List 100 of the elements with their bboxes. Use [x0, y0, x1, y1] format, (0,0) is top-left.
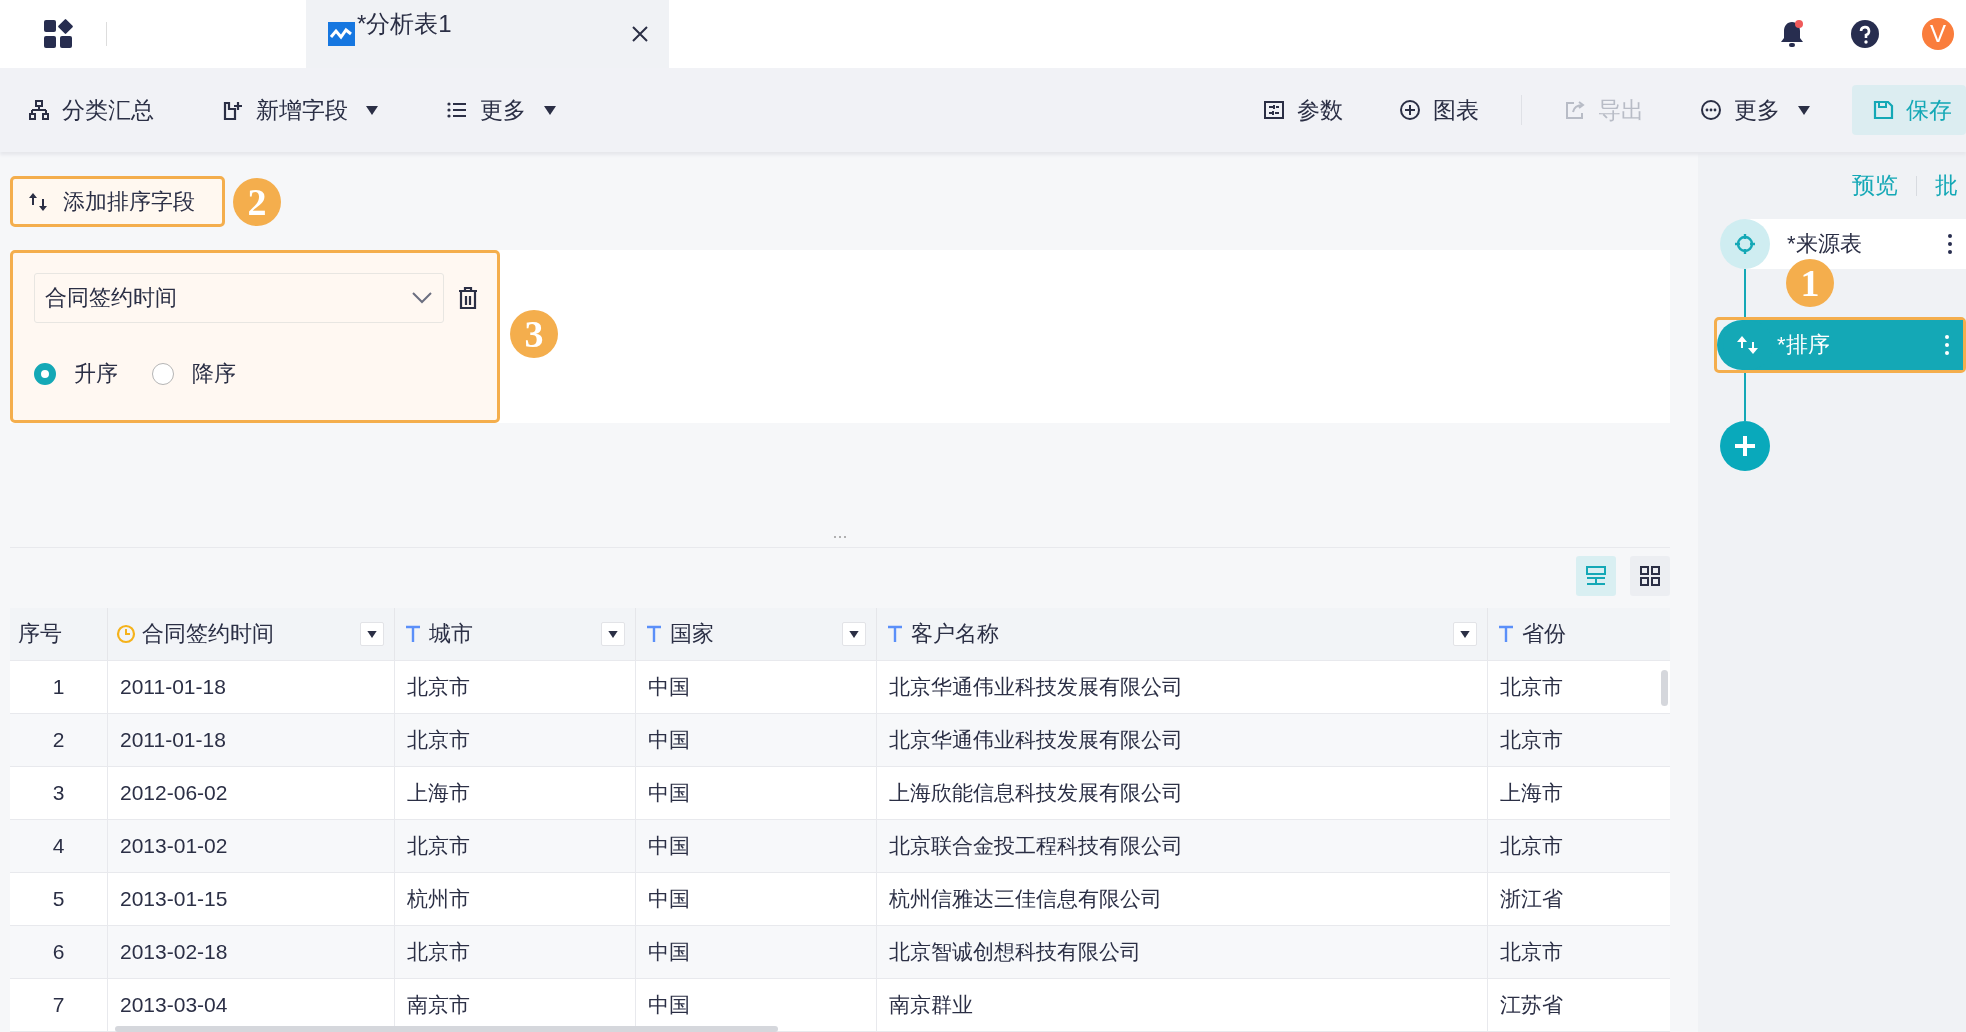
- table-cell: 北京市: [395, 926, 636, 978]
- table-cell: 中国: [636, 661, 877, 713]
- plus-icon: [1733, 434, 1757, 458]
- table-cell: 北京华通伟业科技发展有限公司: [877, 714, 1488, 766]
- table-cell: 中国: [636, 926, 877, 978]
- filter-button[interactable]: [601, 622, 625, 646]
- table-cell: 2011-01-18: [108, 714, 395, 766]
- filter-button[interactable]: [360, 622, 384, 646]
- header-label: 省份: [1522, 620, 1567, 648]
- table-cell: 南京群业: [877, 979, 1488, 1031]
- table-cell: 2011-01-18: [108, 661, 395, 713]
- view-toggle-button[interactable]: [1576, 556, 1616, 596]
- kebab-menu-icon[interactable]: [1948, 234, 1952, 254]
- table-cell: 4: [10, 820, 108, 872]
- table-cell: 北京市: [395, 820, 636, 872]
- clock-icon: [116, 624, 136, 644]
- header-label: 客户名称: [911, 620, 1000, 648]
- chevron-down-icon: [411, 291, 433, 305]
- filter-button[interactable]: [842, 622, 866, 646]
- caret-icon: [849, 630, 859, 638]
- table-cell: 2013-02-18: [108, 926, 395, 978]
- table-cell: 2013-01-02: [108, 820, 395, 872]
- table-cell: 中国: [636, 767, 877, 819]
- hierarchy-icon: [28, 99, 50, 121]
- export-icon: [1564, 99, 1586, 121]
- table-view-icon: [1585, 565, 1607, 587]
- order-radio[interactable]: 降序: [152, 359, 236, 389]
- help-icon[interactable]: [1850, 19, 1880, 49]
- header-label: 合同签约时间: [142, 620, 275, 648]
- caret-icon: [1798, 105, 1810, 115]
- filter-button[interactable]: [1453, 622, 1477, 646]
- crosshair-icon: [1733, 232, 1757, 256]
- chart-logo-icon: [328, 22, 355, 46]
- table-cell: 2013-01-15: [108, 873, 395, 925]
- table-cell: 中国: [636, 820, 877, 872]
- table-cell: 北京华通伟业科技发展有限公司: [877, 661, 1488, 713]
- step-marker: 1: [1786, 259, 1834, 307]
- caret-icon: [608, 630, 618, 638]
- toolbar-button[interactable]: 图表: [1385, 86, 1493, 134]
- step-label: *来源表: [1787, 230, 1862, 258]
- header-label: 国家: [670, 620, 715, 648]
- toolbar-button[interactable]: 新增字段: [208, 86, 392, 134]
- table-cell: 北京市: [395, 661, 636, 713]
- step-marker: 3: [510, 309, 558, 358]
- table-cell-text: 北京市: [1499, 833, 1564, 859]
- scrollbar[interactable]: [1661, 670, 1668, 706]
- toolbar-button[interactable]: 参数: [1249, 86, 1357, 134]
- table-cell-text: 北京市: [1499, 939, 1564, 965]
- header-label: 序号: [18, 620, 63, 648]
- table-cell-text: 浙江省: [1499, 886, 1564, 912]
- scrollbar[interactable]: [115, 1026, 778, 1032]
- header-label: 城市: [429, 620, 474, 648]
- table-cell: 2012-06-02: [108, 767, 395, 819]
- toolbar-button[interactable]: 更多: [432, 86, 570, 134]
- text-type-icon: [1496, 624, 1516, 644]
- text-type-icon: [885, 624, 905, 644]
- add-sort-field-button[interactable]: 添加排序字段: [10, 176, 225, 227]
- table-cell: 北京联合金投工程科技有限公司: [877, 820, 1488, 872]
- table-cell: 北京市: [395, 714, 636, 766]
- add-circle-icon: [1399, 99, 1421, 121]
- table-cell: 3: [10, 767, 108, 819]
- table-cell-text: 北京市: [1499, 727, 1564, 753]
- table-cell: 1: [10, 661, 108, 713]
- caret-icon: [367, 630, 377, 638]
- add-column-icon: [222, 99, 244, 121]
- order-radio[interactable]: 升序: [34, 359, 118, 389]
- more-icon: [1700, 99, 1722, 121]
- document-tab[interactable]: *分析表1: [306, 0, 669, 68]
- caret-icon: [366, 105, 378, 115]
- drag-handle-icon[interactable]: [833, 535, 847, 540]
- table-cell: 2: [10, 714, 108, 766]
- table-cell: 上海市: [395, 767, 636, 819]
- toolbar-button[interactable]: 更多: [1686, 86, 1824, 134]
- add-step-button[interactable]: [1720, 421, 1770, 471]
- text-type-icon: [403, 624, 423, 644]
- field-dropdown[interactable]: 合同签约时间: [34, 273, 444, 323]
- grid-view-icon: [1639, 565, 1661, 587]
- step-label: *排序: [1777, 331, 1830, 359]
- table-cell: 中国: [636, 873, 877, 925]
- save-icon: [1872, 99, 1894, 121]
- table-cell-text: 北京市: [1499, 674, 1564, 700]
- table-cell: 杭州信雅达三佳信息有限公司: [877, 873, 1488, 925]
- table-cell: 杭州市: [395, 873, 636, 925]
- table-cell: 7: [10, 979, 108, 1031]
- sliders-icon: [1263, 99, 1285, 121]
- view-toggle-button[interactable]: [1630, 556, 1670, 596]
- table-cell-text: 江苏省: [1499, 992, 1564, 1018]
- apps-icon[interactable]: [42, 18, 74, 50]
- table-cell: 上海欣能信息科技发展有限公司: [877, 767, 1488, 819]
- close-icon[interactable]: [631, 25, 649, 43]
- caret-icon: [544, 105, 556, 115]
- step-marker: 2: [233, 177, 281, 226]
- delete-icon[interactable]: [458, 287, 478, 309]
- toolbar-button[interactable]: 分类汇总: [14, 86, 168, 134]
- text-type-icon: [644, 624, 664, 644]
- tab-title: *分析表1: [357, 9, 453, 39]
- table-cell: 中国: [636, 714, 877, 766]
- table-cell: 5: [10, 873, 108, 925]
- table-cell: 北京智诚创想科技有限公司: [877, 926, 1488, 978]
- table-cell-text: 上海市: [1499, 780, 1564, 806]
